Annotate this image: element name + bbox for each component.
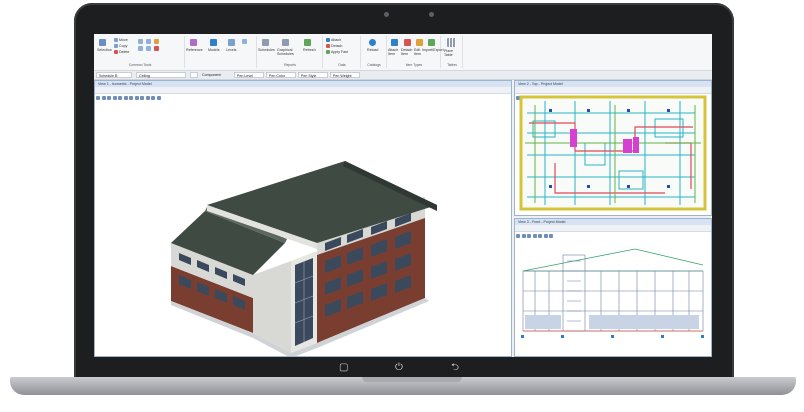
ribbon-group-references: Reference Models Levels <box>186 36 257 68</box>
roof-line <box>522 248 704 272</box>
pen-style-select[interactable]: Pen Style <box>298 72 328 78</box>
level-select[interactable]: Ceiling <box>136 72 186 78</box>
pen-weight-select[interactable]: Pen Weight <box>330 72 360 78</box>
ribbon-group-tables: Place Table Tables <box>442 36 463 68</box>
ribbon-item-label: Reference <box>186 48 203 52</box>
recent-apps-icon[interactable]: ▢ <box>339 362 348 374</box>
ribbon-item-label: Place Table <box>444 49 453 57</box>
ribbon-item-label: Detach <box>331 44 343 48</box>
elevation-markers <box>521 335 704 338</box>
ribbon-item-label: Move <box>119 38 128 42</box>
schedules-icon[interactable] <box>262 39 269 46</box>
ribbon-group-reports: Schedules Graphical Schedules Refresh Re… <box>258 36 323 68</box>
app-window: Selection Move Copy Delete Common Tools … <box>94 34 712 357</box>
ribbon-item-label: Attach <box>331 38 342 42</box>
models-icon[interactable] <box>210 39 217 46</box>
tool-icon[interactable] <box>138 46 143 51</box>
move-icon[interactable] <box>114 38 118 42</box>
ribbon-item-label: Apply Fast <box>331 50 348 54</box>
attribute-toolbar: Schedule B Ceiling Component Pen Level P… <box>94 71 712 80</box>
component-checkbox[interactable] <box>190 72 198 78</box>
ribbon-group-caption: Common Tools <box>128 63 152 67</box>
attach-item-icon[interactable] <box>391 39 398 46</box>
building-model-3d <box>171 161 437 356</box>
ribbon-item-label: Refresh <box>303 48 316 52</box>
tool-icon[interactable] <box>242 39 247 44</box>
ribbon-group-caption: Data <box>338 63 346 67</box>
ribbon-item-label: Selection <box>97 48 112 52</box>
ribbon-item-label: Reload <box>367 48 379 52</box>
ribbon-item-label: Detach Item <box>401 48 413 56</box>
scheduler-select[interactable]: Schedule B <box>96 72 132 78</box>
reload-icon[interactable] <box>369 39 376 46</box>
ribbon-group-catalogs: Reload Catalogs <box>362 36 387 68</box>
laptop-base <box>10 377 796 395</box>
place-table-icon[interactable] <box>447 38 456 47</box>
ribbon-item-label: Models <box>208 48 220 52</box>
ribbon-group-item-types: Attach Item Detach Item Edit Item Import… <box>388 36 444 68</box>
graphical-schedules-icon[interactable] <box>282 39 289 46</box>
ribbon-item-label: Graphical Schedules <box>277 48 294 56</box>
tool-icon[interactable] <box>154 39 159 44</box>
isometric-view[interactable]: View 1 - Isometric - Project Model <box>94 80 512 357</box>
detach-item-icon[interactable] <box>404 39 411 46</box>
ribbon-group-common-tools: Selection Move Copy Delete Common Tools <box>96 36 185 68</box>
back-icon[interactable]: ⮌ <box>451 362 459 374</box>
detach-icon[interactable] <box>326 44 330 48</box>
tool-icon[interactable] <box>146 39 151 44</box>
import-export-icon[interactable] <box>428 39 435 46</box>
elevation-drawing <box>521 248 704 338</box>
elevation-view[interactable]: View 3 - Front - Project Model <box>514 218 712 357</box>
tool-icon[interactable] <box>154 46 159 51</box>
apply-icon[interactable] <box>326 50 330 54</box>
ribbon-group-caption: Catalogs <box>367 63 381 67</box>
selection-icon[interactable] <box>99 39 106 46</box>
ribbon-item-label: Schedules <box>258 48 275 52</box>
pen-level-select[interactable]: Pen Level <box>234 72 264 78</box>
ribbon-item-label: Import/Export <box>422 48 444 52</box>
pen-color-select[interactable]: Pen Color <box>266 72 296 78</box>
ribbon-item-label: Attach Item <box>388 48 399 56</box>
ribbon-group-caption: Item Types <box>405 63 423 67</box>
power-icon[interactable]: ⏻ <box>395 362 403 374</box>
plan-view[interactable]: View 2 - Top - Project Model <box>514 80 712 216</box>
ribbon-item-label: Copy <box>119 44 128 48</box>
storefront-glazing <box>525 315 699 329</box>
delete-icon[interactable] <box>114 50 118 54</box>
levels-icon[interactable] <box>228 39 235 46</box>
ribbon-group-caption: Tables <box>447 63 457 67</box>
sensor-dot <box>429 12 434 17</box>
refresh-icon[interactable] <box>304 39 311 46</box>
ribbon-group-data: Attach Detach Apply Fast Data <box>324 36 361 68</box>
edit-item-icon[interactable] <box>416 39 423 46</box>
ribbon-toolbar: Selection Move Copy Delete Common Tools … <box>94 34 712 71</box>
floor-plan-drawing <box>519 95 707 211</box>
copy-icon[interactable] <box>114 44 118 48</box>
floor-plan-outline <box>519 95 707 211</box>
laptop-notch <box>362 377 462 382</box>
camera-dot <box>384 12 389 17</box>
ribbon-group-caption: Reports <box>284 63 296 67</box>
ribbon-item-label: Delete <box>119 50 130 54</box>
reference-icon[interactable] <box>190 39 197 46</box>
attach-icon[interactable] <box>326 38 330 42</box>
tool-icon[interactable] <box>138 39 143 44</box>
component-label: Component <box>202 73 221 77</box>
tool-icon[interactable] <box>146 46 151 51</box>
ribbon-item-label: Levels <box>226 48 237 52</box>
